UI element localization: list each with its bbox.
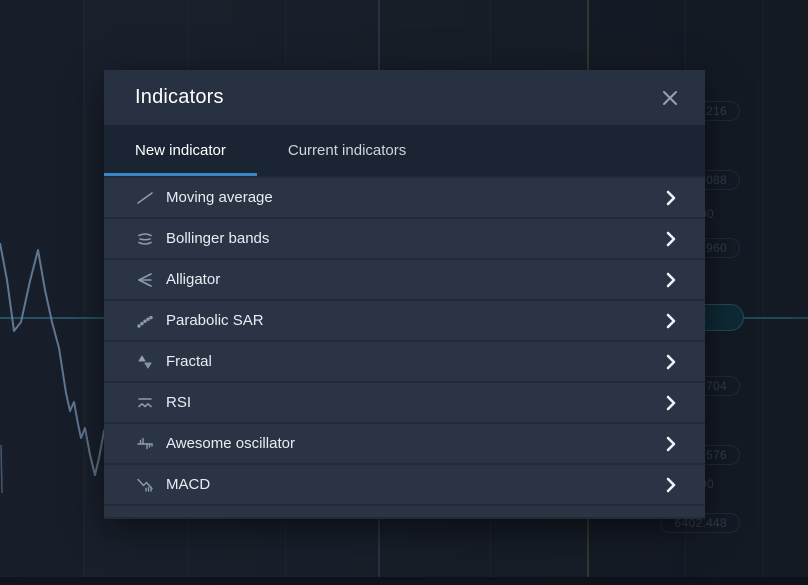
chevron-right-icon <box>661 393 681 413</box>
indicator-label: MACD <box>166 476 661 493</box>
modal-title: Indicators <box>135 86 659 109</box>
tab-current-indicators[interactable]: Current indicators <box>257 125 437 176</box>
tab-label: Current indicators <box>288 142 406 159</box>
rsi-icon <box>135 393 155 413</box>
trading-app-screen: 2160880009608327045765006402.448 Indicat… <box>0 0 808 585</box>
chevron-right-icon <box>661 188 681 208</box>
chevron-right-icon <box>661 434 681 454</box>
indicator-label: RSI <box>166 394 661 411</box>
awesome-oscillator-icon <box>135 434 155 454</box>
indicator-list-item[interactable]: RSI <box>104 383 705 422</box>
indicator-label: Fractal <box>166 353 661 370</box>
indicator-list-item[interactable]: Parabolic SAR <box>104 301 705 340</box>
chevron-right-icon <box>661 352 681 372</box>
indicator-label: Alligator <box>166 271 661 288</box>
tab-label: New indicator <box>135 142 226 159</box>
indicator-list-item[interactable]: Fractal <box>104 342 705 381</box>
bollinger-bands-icon <box>135 229 155 249</box>
indicator-label: Moving average <box>166 189 661 206</box>
chevron-right-icon <box>661 311 681 331</box>
chevron-right-icon <box>661 475 681 495</box>
fractal-icon <box>135 352 155 372</box>
indicator-list-item[interactable]: Moving average <box>104 178 705 217</box>
parabolic-sar-icon <box>135 311 155 331</box>
alligator-icon <box>135 270 155 290</box>
indicator-label: Awesome oscillator <box>166 435 661 452</box>
chevron-right-icon <box>661 270 681 290</box>
indicator-list-item[interactable]: Bollinger bands <box>104 219 705 258</box>
indicator-label: Parabolic SAR <box>166 312 661 329</box>
macd-icon <box>135 475 155 495</box>
moving-average-icon <box>135 188 155 208</box>
modal-footer <box>104 506 705 517</box>
chevron-right-icon <box>661 229 681 249</box>
indicator-tabs: New indicator Current indicators <box>104 125 705 176</box>
indicator-list-item[interactable]: Awesome oscillator <box>104 424 705 463</box>
close-icon <box>661 89 679 107</box>
indicator-label: Bollinger bands <box>166 230 661 247</box>
tab-new-indicator[interactable]: New indicator <box>104 125 257 176</box>
indicator-list-item[interactable]: MACD <box>104 465 705 504</box>
indicators-modal: Indicators New indicator Current indicat… <box>104 70 705 519</box>
close-button[interactable] <box>659 87 681 109</box>
indicator-list-item[interactable]: Alligator <box>104 260 705 299</box>
indicator-list: Moving average Bollinger bands Alligator… <box>104 176 705 519</box>
modal-header: Indicators <box>104 70 705 125</box>
active-tab-underline <box>104 173 257 176</box>
